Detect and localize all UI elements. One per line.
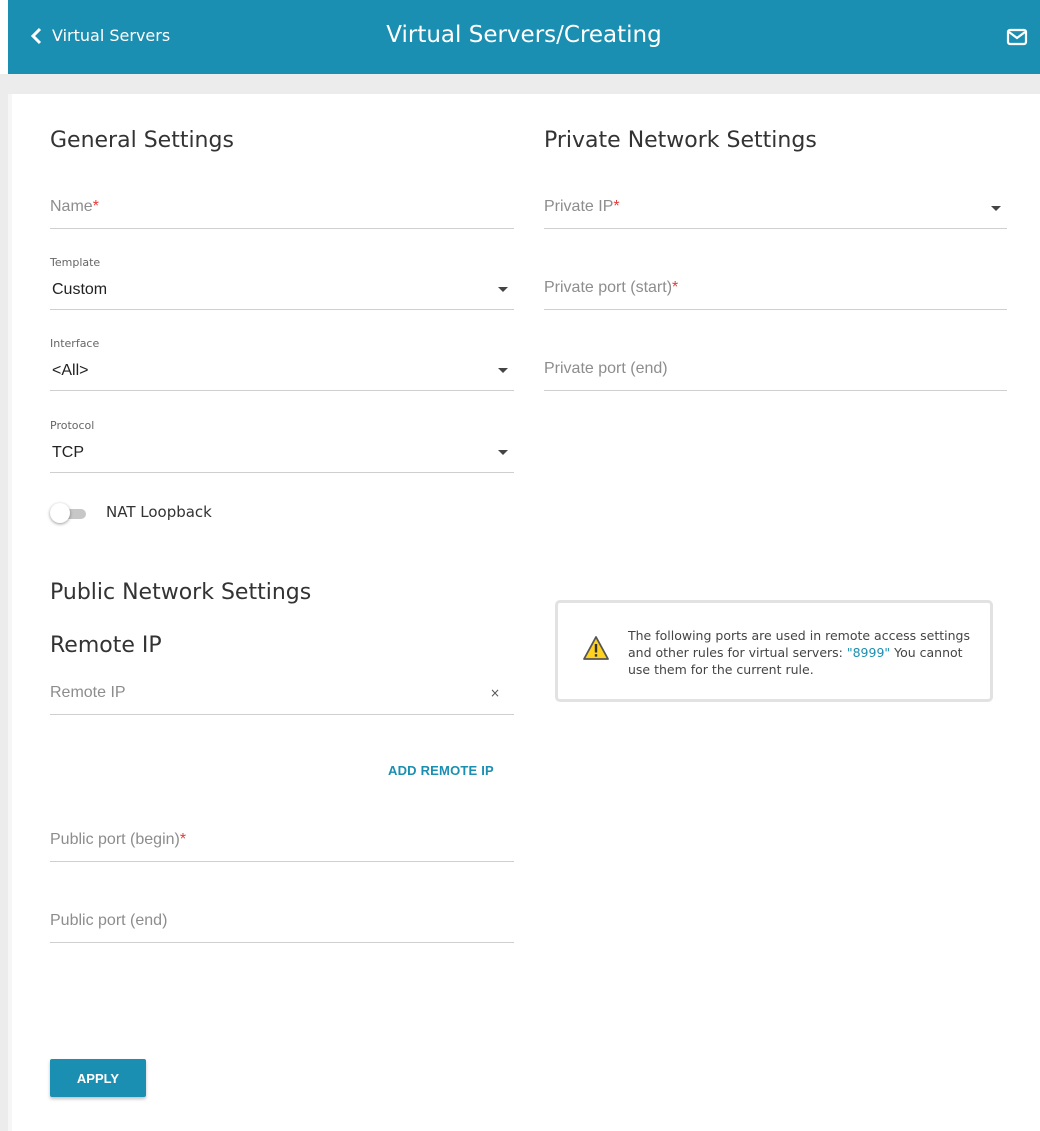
private-ip-select[interactable]: Private IP* bbox=[544, 186, 1007, 229]
chevron-down-icon bbox=[991, 206, 1001, 211]
private-port-start-field[interactable]: Private port (start)* bbox=[544, 268, 1007, 310]
interface-label: Interface bbox=[50, 337, 100, 350]
name-field[interactable]: Name* bbox=[50, 186, 514, 229]
private-port-start-placeholder: Private port (start)* bbox=[544, 279, 679, 296]
protocol-select[interactable]: Protocol TCP bbox=[50, 419, 514, 473]
template-select[interactable]: Template Custom bbox=[50, 256, 514, 310]
page-title: Virtual Servers/Creating bbox=[386, 22, 662, 48]
public-port-end-placeholder: Public port (end) bbox=[50, 912, 168, 929]
toggle-knob bbox=[50, 503, 70, 523]
private-port-end-placeholder: Private port (end) bbox=[544, 360, 668, 377]
header-shadow-band bbox=[0, 74, 1040, 94]
private-network-settings-title: Private Network Settings bbox=[544, 128, 817, 153]
template-value: Custom bbox=[52, 281, 108, 298]
remote-ip-title: Remote IP bbox=[50, 633, 162, 658]
interface-value: <All> bbox=[52, 362, 89, 379]
nat-loopback-toggle[interactable] bbox=[50, 503, 88, 523]
chevron-down-icon bbox=[498, 287, 508, 292]
ports-warning-notice: The following ports are used in remote a… bbox=[555, 600, 993, 702]
left-border-inner bbox=[8, 94, 12, 1131]
top-bar: Virtual Servers Virtual Servers/Creating bbox=[8, 0, 1040, 74]
remote-ip-field[interactable]: Remote IP × bbox=[50, 672, 514, 715]
public-network-settings-title: Public Network Settings bbox=[50, 580, 312, 605]
chevron-down-icon bbox=[498, 368, 508, 373]
private-ip-placeholder: Private IP* bbox=[544, 198, 620, 215]
apply-button[interactable]: APPLY bbox=[50, 1059, 146, 1097]
notice-port: "8999" bbox=[846, 645, 891, 660]
chevron-down-icon bbox=[498, 450, 508, 455]
protocol-value: TCP bbox=[52, 444, 84, 461]
public-port-begin-field[interactable]: Public port (begin)* bbox=[50, 820, 514, 862]
protocol-label: Protocol bbox=[50, 419, 95, 432]
general-settings-title: General Settings bbox=[50, 128, 234, 153]
interface-select[interactable]: Interface <All> bbox=[50, 337, 514, 391]
template-label: Template bbox=[50, 256, 101, 269]
public-port-begin-placeholder: Public port (begin)* bbox=[50, 831, 187, 848]
nat-loopback-label: NAT Loopback bbox=[106, 503, 212, 521]
remote-ip-placeholder: Remote IP bbox=[50, 684, 126, 701]
public-port-end-field[interactable]: Public port (end) bbox=[50, 901, 514, 943]
notice-text: The following ports are used in remote a… bbox=[628, 628, 970, 677]
mail-icon bbox=[1006, 28, 1028, 46]
name-placeholder: Name* bbox=[50, 198, 99, 215]
private-port-end-field[interactable]: Private port (end) bbox=[544, 349, 1007, 391]
mail-button[interactable] bbox=[1006, 28, 1028, 50]
add-remote-ip-button[interactable]: ADD REMOTE IP bbox=[388, 763, 494, 778]
left-border bbox=[0, 74, 8, 1131]
clear-icon[interactable]: × bbox=[490, 686, 500, 700]
warning-icon bbox=[583, 636, 609, 660]
